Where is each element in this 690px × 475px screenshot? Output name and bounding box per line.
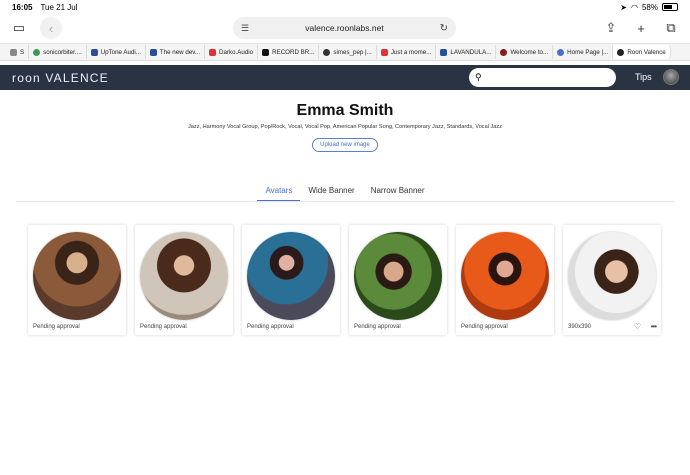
- upload-image-button[interactable]: Upload new image: [312, 138, 378, 152]
- avatar-image[interactable]: [461, 232, 549, 320]
- search-icon: ⚲: [475, 72, 482, 82]
- avatar-card[interactable]: Pending approval: [456, 225, 554, 335]
- new-tab-icon[interactable]: +: [630, 17, 652, 39]
- avatar[interactable]: [663, 69, 679, 85]
- tab-4[interactable]: Darko.Audio: [205, 45, 259, 59]
- avatar-card[interactable]: Pending approval: [28, 225, 126, 335]
- wifi-icon: ◠: [631, 2, 638, 12]
- roon-header: roon VALENCE ⚲ Tips: [0, 65, 690, 90]
- url-text: valence.roonlabs.net: [305, 23, 384, 33]
- image-type-tabs: Avatars Wide Banner Narrow Banner: [0, 186, 690, 201]
- toolbar-right: ⇪ + ⧉: [600, 17, 682, 39]
- tab-bar: S sonicorbiter.... UpTone Audi... The ne…: [0, 43, 690, 61]
- tab-0[interactable]: S: [6, 45, 30, 59]
- approval-status: Pending approval: [33, 324, 80, 330]
- genre-list: Jazz, Harmony Vocal Group, Pop/Rock, Voc…: [187, 124, 503, 130]
- tab-9[interactable]: Welcome to...: [496, 45, 554, 59]
- tab-favicon-icon: [90, 48, 98, 56]
- avatar-card[interactable]: Pending approval: [242, 225, 340, 335]
- tab-favicon-icon: [323, 48, 331, 56]
- divider: [16, 201, 674, 202]
- status-time: 16:05: [12, 2, 33, 12]
- status-date: Tue 21 Jul: [40, 2, 78, 12]
- avatar-image[interactable]: [140, 232, 228, 320]
- roon-logo[interactable]: roon VALENCE: [12, 71, 109, 85]
- tab-wide-banner[interactable]: Wide Banner: [300, 186, 362, 201]
- tab-1[interactable]: sonicorbiter....: [29, 45, 87, 59]
- avatar-image[interactable]: [247, 232, 335, 320]
- avatar-card[interactable]: Pending approval: [349, 225, 447, 335]
- share-icon[interactable]: ⇪: [600, 17, 622, 39]
- battery-percent: 58%: [641, 2, 658, 12]
- location-icon: ➤: [620, 2, 627, 12]
- tab-favicon-icon: [617, 48, 625, 56]
- page-menu-icon[interactable]: ☰: [241, 23, 249, 34]
- tab-avatars[interactable]: Avatars: [257, 186, 301, 201]
- tab-favicon-icon: [262, 48, 270, 56]
- tab-11[interactable]: Roon Valence: [613, 45, 671, 59]
- tab-favicon-icon: [209, 48, 217, 56]
- tips-link[interactable]: Tips: [635, 72, 652, 82]
- tab-favicon-icon: [500, 48, 508, 56]
- tab-10[interactable]: Home Page |...: [553, 45, 614, 59]
- tab-2[interactable]: UpTone Audi...: [87, 45, 146, 59]
- status-right: ➤ ◠ 58%: [620, 3, 678, 12]
- tab-favicon-icon: [149, 48, 157, 56]
- avatar-image[interactable]: [33, 232, 121, 320]
- page-title: Emma Smith: [296, 102, 394, 119]
- approval-status: Pending approval: [354, 324, 401, 330]
- address-bar[interactable]: ☰ valence.roonlabs.net ↻: [233, 17, 456, 39]
- tab-favicon-icon: [557, 48, 565, 56]
- tab-favicon-icon: [10, 48, 17, 56]
- tab-3[interactable]: The new dev...: [146, 45, 206, 59]
- tab-favicon-icon: [380, 48, 388, 56]
- image-size-label: 390x390: [568, 324, 592, 330]
- search-input[interactable]: ⚲: [469, 68, 616, 87]
- tab-narrow-banner[interactable]: Narrow Banner: [363, 186, 433, 201]
- back-button[interactable]: ‹: [40, 17, 62, 39]
- tab-8[interactable]: LAVANDULA...: [436, 45, 497, 59]
- tab-favicon-icon: [33, 48, 41, 56]
- heart-icon[interactable]: ♡: [634, 322, 641, 331]
- approval-status: Pending approval: [461, 324, 508, 330]
- battery-icon: [662, 3, 678, 11]
- avatar-image[interactable]: [568, 232, 656, 320]
- more-options-icon[interactable]: •••: [651, 322, 657, 331]
- tab-favicon-icon: [440, 48, 448, 56]
- avatar-grid: Pending approval Pending approval Pendin…: [28, 225, 661, 335]
- tab-overview-icon[interactable]: ⧉: [660, 17, 682, 39]
- approval-status: Pending approval: [140, 324, 187, 330]
- status-bar: 16:05 Tue 21 Jul ➤ ◠ 58%: [0, 0, 690, 14]
- tab-6[interactable]: simes_pep |...: [319, 45, 377, 59]
- avatar-card[interactable]: 390x390 ♡ •••: [563, 225, 661, 335]
- reload-icon[interactable]: ↻: [440, 23, 448, 34]
- avatar-image[interactable]: [354, 232, 442, 320]
- browser-toolbar: ▭ ‹ ☰ valence.roonlabs.net ↻ ⇪ + ⧉: [0, 14, 690, 42]
- sidebar-toggle-icon[interactable]: ▭: [8, 17, 30, 39]
- tab-5[interactable]: RECORD BR...: [258, 45, 320, 59]
- avatar-card[interactable]: Pending approval: [135, 225, 233, 335]
- approval-status: Pending approval: [247, 324, 294, 330]
- tab-7[interactable]: Just a mome...: [377, 45, 437, 59]
